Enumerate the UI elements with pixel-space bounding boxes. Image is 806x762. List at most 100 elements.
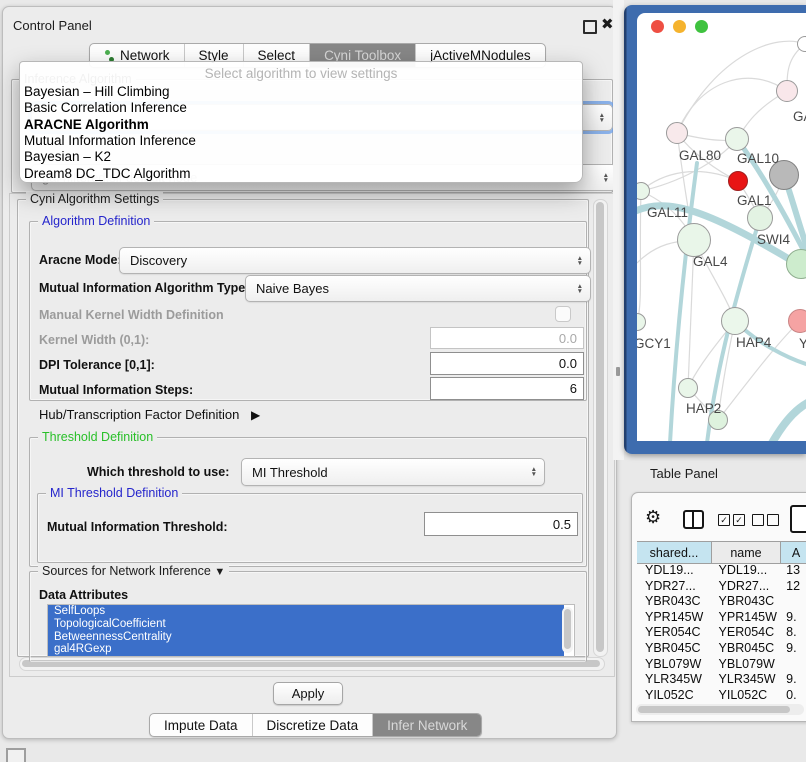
deselect-all-columns-icon[interactable] xyxy=(752,514,779,526)
table-cell: YDR27... xyxy=(637,579,711,595)
table-cell: 9. xyxy=(778,610,806,626)
table-cell: YER054C xyxy=(637,625,711,641)
collapsed-panel-icon[interactable] xyxy=(6,748,26,762)
which-threshold-combobox[interactable]: MI Threshold ▲▼ xyxy=(241,458,545,486)
table-row[interactable]: YDR27...YDR27...12 xyxy=(637,579,806,595)
hub-section-header[interactable]: Hub/Transcription Factor Definition ▶ xyxy=(39,407,260,422)
table-browser-card: ⚙ ✓✓ shared...nameA YDL19...YDL19...13YD… xyxy=(631,492,806,722)
stepper-icon: ▲▼ xyxy=(577,284,583,294)
table-cell: 9. xyxy=(778,672,806,688)
network-node[interactable] xyxy=(721,307,749,335)
data-attributes-list[interactable]: SelfLoopsTopologicalCoefficientBetweenne… xyxy=(47,604,575,657)
table-row[interactable]: YBR043CYBR043C xyxy=(637,594,806,610)
split-pane-handle[interactable] xyxy=(616,367,620,376)
table-row[interactable]: YIL052CYIL052C0. xyxy=(637,688,806,704)
table-cell xyxy=(778,594,806,610)
network-node[interactable] xyxy=(728,171,748,191)
table-row[interactable]: YBL079WYBL079W xyxy=(637,657,806,673)
select-all-columns-icon[interactable]: ✓✓ xyxy=(718,514,745,526)
mi-steps-input[interactable]: 6 xyxy=(430,377,584,400)
table-cell: YBR045C xyxy=(711,641,779,657)
table-cell: YPR145W xyxy=(637,610,711,626)
dpi-tolerance-input[interactable]: 0.0 xyxy=(430,352,584,375)
mi-type-value: Naive Bayes xyxy=(256,281,329,296)
network-node[interactable] xyxy=(788,309,806,333)
algorithm-option[interactable]: Basic Correlation Inference xyxy=(24,100,187,115)
node-label: SWI4 xyxy=(757,232,790,247)
table-cell: YLR345W xyxy=(711,672,779,688)
dpi-tolerance-label: DPI Tolerance [0,1]: xyxy=(39,358,155,372)
table-row[interactable]: YBR045CYBR045C9. xyxy=(637,641,806,657)
data-attribute-item[interactable]: gal4RGexp xyxy=(48,643,564,656)
table-cell: YLR345W xyxy=(637,672,711,688)
network-icon xyxy=(104,50,115,62)
table-row[interactable]: YER054CYER054C8. xyxy=(637,625,806,641)
table-header-row: shared...nameA xyxy=(637,541,806,564)
column-header[interactable]: shared... xyxy=(637,541,712,564)
algorithm-option[interactable]: Dream8 DC_TDC Algorithm xyxy=(24,166,191,181)
table-cell: 13 xyxy=(778,563,806,579)
column-header[interactable]: name xyxy=(712,541,781,564)
settings-vertical-scrollbar[interactable] xyxy=(593,199,608,657)
table-row[interactable]: YLR345WYLR345W9. xyxy=(637,672,806,688)
table-cell: YBR045C xyxy=(637,641,711,657)
columns-icon[interactable] xyxy=(683,510,704,529)
network-node[interactable] xyxy=(797,36,806,52)
algorithm-dropdown-popup: Select algorithm to view settings Bayesi… xyxy=(19,61,583,183)
table-cell: YER054C xyxy=(711,625,779,641)
network-node[interactable] xyxy=(677,223,711,257)
cyni-mode-tabbar: Impute DataDiscretize DataInfer Network xyxy=(149,713,482,737)
node-label: HAP4 xyxy=(736,335,771,350)
network-node[interactable] xyxy=(747,205,773,231)
apply-button[interactable]: Apply xyxy=(273,682,343,705)
tab-infer-network[interactable]: Infer Network xyxy=(372,714,481,736)
data-attribute-item[interactable]: SelfLoops xyxy=(48,605,564,618)
control-panel-window: Control Panel ✖ NetworkStyleSelectCyni T… xyxy=(2,6,617,739)
network-node[interactable] xyxy=(678,378,698,398)
tab-impute-data[interactable]: Impute Data xyxy=(150,714,252,736)
float-window-icon[interactable] xyxy=(583,20,597,34)
control-panel-title: Control Panel xyxy=(13,18,92,33)
mi-threshold-label: Mutual Information Threshold: xyxy=(47,520,228,534)
data-attribute-item[interactable]: BetweennessCentrality xyxy=(48,631,564,644)
node-label: HAP2 xyxy=(686,401,721,416)
algorithm-option[interactable]: ARACNE Algorithm xyxy=(24,117,149,132)
table-cell: YBL079W xyxy=(711,657,779,673)
node-label: GAL4 xyxy=(693,254,728,269)
data-attribute-item[interactable]: TopologicalCoefficient xyxy=(48,618,564,631)
collapsed-arrow-icon: ▶ xyxy=(251,408,260,422)
close-icon[interactable]: ✖ xyxy=(601,15,614,33)
network-node[interactable] xyxy=(725,127,749,151)
aracne-mode-label: Aracne Mode: xyxy=(39,253,122,267)
document-icon[interactable] xyxy=(790,505,806,533)
mi-threshold-input[interactable]: 0.5 xyxy=(424,512,578,536)
table-row[interactable]: YPR145WYPR145W9. xyxy=(637,610,806,626)
mi-type-combobox[interactable]: Naive Bayes ▲▼ xyxy=(245,275,591,302)
network-node[interactable] xyxy=(776,80,798,102)
node-label: GAL11 xyxy=(647,205,688,220)
stepper-icon: ▲▼ xyxy=(531,467,537,477)
algorithm-option[interactable]: Bayesian – K2 xyxy=(24,149,111,164)
manual-kernel-label: Manual Kernel Width Definition xyxy=(39,308,224,322)
network-canvas[interactable]: GALGAL80GAL10GAL1GAL11SWI4GAL4GCY1HAP4YH… xyxy=(637,13,806,441)
panel-gap xyxy=(613,0,624,460)
table-row[interactable]: YDL19...YDL19...13 xyxy=(637,563,806,579)
table-horizontal-scrollbar[interactable] xyxy=(636,704,804,715)
aracne-mode-combobox[interactable]: Discovery ▲▼ xyxy=(119,247,591,274)
tab-discretize-data[interactable]: Discretize Data xyxy=(252,714,373,736)
table-cell xyxy=(778,657,806,673)
manual-kernel-checkbox[interactable] xyxy=(555,306,571,322)
column-header[interactable]: A xyxy=(781,541,806,564)
table-panel-title: Table Panel xyxy=(650,466,718,481)
threshold-definition-title: Threshold Definition xyxy=(38,430,157,444)
algorithm-option[interactable]: Mutual Information Inference xyxy=(24,133,196,148)
gear-icon[interactable]: ⚙ xyxy=(645,507,661,528)
algorithm-option[interactable]: Bayesian – Hill Climbing xyxy=(24,84,170,99)
which-threshold-label: Which threshold to use: xyxy=(87,465,229,479)
mi-threshold-group-title: MI Threshold Definition xyxy=(46,486,182,500)
kernel-width-input[interactable]: 0.0 xyxy=(430,327,584,349)
expanded-arrow-icon: ▼ xyxy=(214,566,225,578)
stepper-icon: ▲▼ xyxy=(603,173,609,183)
network-node[interactable] xyxy=(666,122,688,144)
node-label: GCY1 xyxy=(637,336,671,351)
